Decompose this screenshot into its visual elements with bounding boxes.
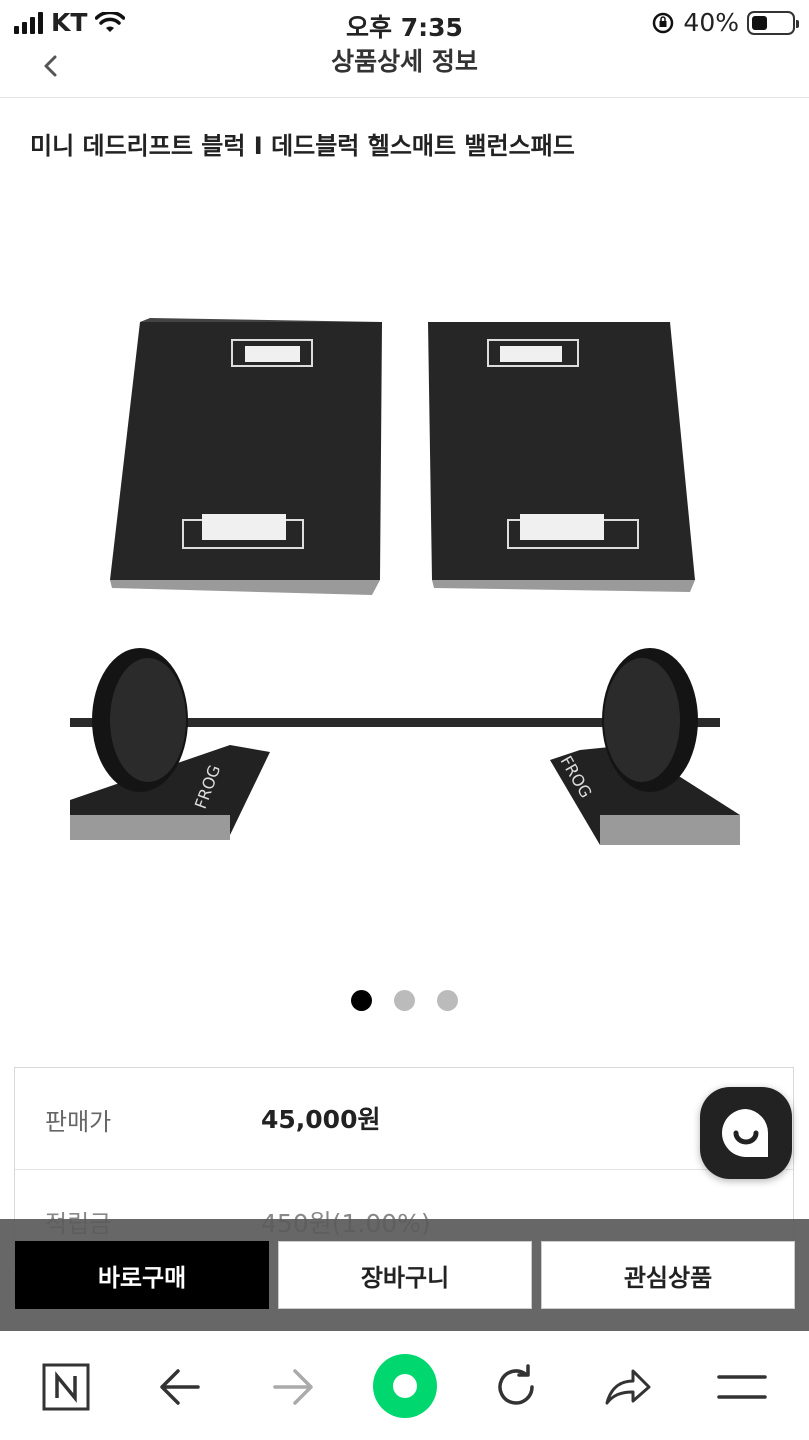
share-icon — [605, 1369, 651, 1405]
product-title: 미니 데드리프트 블럭 I 데드블럭 헬스매트 밸런스패드 — [30, 132, 575, 160]
green-circle-icon — [373, 1354, 437, 1418]
page-header: 상품상세 정보 — [0, 38, 809, 98]
carousel-dot[interactable] — [394, 990, 415, 1011]
battery-percent: 40% — [683, 8, 739, 37]
battery-icon — [747, 10, 799, 35]
chat-icon — [722, 1109, 769, 1157]
menu-icon — [717, 1375, 767, 1399]
price-label: 판매가 — [45, 1108, 112, 1136]
naver-home-button[interactable] — [38, 1359, 94, 1415]
browser-forward-button[interactable] — [265, 1359, 321, 1415]
share-button[interactable] — [600, 1359, 656, 1415]
rotation-lock-icon — [653, 12, 674, 33]
carousel-indicator — [0, 990, 809, 1011]
reload-button[interactable] — [488, 1359, 544, 1415]
info-row-price: 판매가 45,000원 — [15, 1068, 793, 1170]
price-value: 45,000원 — [261, 1105, 381, 1134]
buy-now-button[interactable]: 바로구매 — [15, 1241, 269, 1309]
reload-icon — [498, 1364, 534, 1405]
page-title: 상품상세 정보 — [331, 47, 478, 76]
chat-button[interactable] — [700, 1087, 792, 1179]
menu-button[interactable] — [714, 1359, 770, 1415]
product-image[interactable]: FROG FROG — [40, 290, 770, 880]
carousel-dot[interactable] — [437, 990, 458, 1011]
purchase-bar: 바로구매 장바구니 관심상품 — [0, 1219, 809, 1331]
naver-n-icon — [42, 1363, 90, 1411]
green-dot-button[interactable] — [370, 1351, 440, 1421]
carousel-dot[interactable] — [351, 990, 372, 1011]
browser-toolbar — [0, 1331, 809, 1440]
arrow-right-icon — [273, 1369, 313, 1405]
wishlist-button[interactable]: 관심상품 — [541, 1241, 795, 1309]
arrow-left-icon — [160, 1369, 200, 1405]
add-to-cart-button[interactable]: 장바구니 — [278, 1241, 532, 1309]
browser-back-button[interactable] — [152, 1359, 208, 1415]
